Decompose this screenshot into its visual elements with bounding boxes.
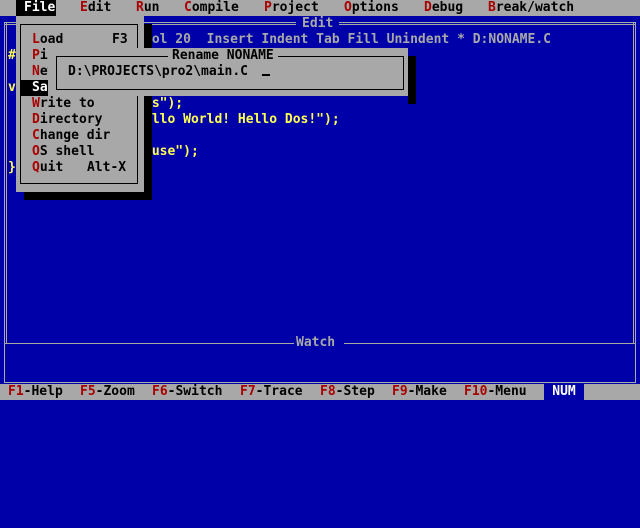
menu-run[interactable]: Run xyxy=(136,0,159,16)
watch-window-top-border xyxy=(4,343,294,344)
function-key-bar: F1-Help F5-Zoom F6-Switch F7-Trace F8-St… xyxy=(0,384,640,400)
menu-compile[interactable]: Compile xyxy=(184,0,239,16)
menu-project[interactable]: Project xyxy=(264,0,319,16)
file-menu-load[interactable]: Load F3 xyxy=(21,32,137,48)
menu-bar: File Edit Run Compile Project Options De… xyxy=(0,0,640,16)
key-trace[interactable]: F7-Trace xyxy=(240,384,303,400)
edit-window-title: Edit xyxy=(296,16,340,32)
dialog-shadow xyxy=(408,56,416,104)
file-menu-directory[interactable]: Directory xyxy=(21,112,137,128)
menu-debug[interactable]: Debug xyxy=(424,0,463,16)
code-line[interactable]: } xyxy=(8,160,16,176)
menu-options[interactable]: Options xyxy=(344,0,399,16)
key-switch[interactable]: F6-Switch xyxy=(152,384,222,400)
watch-window-top-border xyxy=(344,343,636,344)
watch-window-left-border xyxy=(4,343,5,383)
code-line[interactable]: # xyxy=(8,48,16,64)
watch-window-right-border xyxy=(635,343,636,383)
rename-filename-input[interactable] xyxy=(68,64,368,80)
watch-window-bottom-border xyxy=(4,382,636,383)
watch-window-title: Watch xyxy=(296,335,336,350)
file-menu-os-shell[interactable]: OS shell xyxy=(21,144,137,160)
key-make[interactable]: F9-Make xyxy=(392,384,447,400)
num-lock-indicator: NUM xyxy=(544,384,584,400)
key-help[interactable]: F1-Help xyxy=(8,384,63,400)
menu-break-watch[interactable]: Break/watch xyxy=(488,0,574,16)
edit-window-right-border xyxy=(633,22,636,344)
code-line[interactable]: ello World! Hello Dos!"); xyxy=(144,112,340,128)
text-cursor xyxy=(262,74,270,76)
rename-dialog: Rename NONAME xyxy=(48,48,408,96)
key-zoom[interactable]: F5-Zoom xyxy=(80,384,135,400)
menu-edit[interactable]: Edit xyxy=(80,0,111,16)
edit-window-left-border xyxy=(4,22,7,344)
code-line[interactable]: v xyxy=(8,80,16,96)
menu-file[interactable]: File xyxy=(16,0,56,16)
rename-dialog-title: Rename NONAME xyxy=(168,48,278,64)
menu-shadow xyxy=(24,192,152,200)
code-line[interactable]: ause"); xyxy=(144,144,199,160)
file-menu: LoadF3 Pic New Sav Write to Directory Ch… xyxy=(16,16,144,192)
key-step[interactable]: F8-Step xyxy=(320,384,375,400)
editor-status-line: Col 20 Insert Indent Tab Fill Unindent *… xyxy=(144,32,551,47)
file-menu-change-dir[interactable]: Change dir xyxy=(21,128,137,144)
file-menu-quit[interactable]: Quit Alt-X xyxy=(21,160,137,176)
key-menu[interactable]: F10-Menu xyxy=(464,384,527,400)
file-menu-write-to[interactable]: Write to xyxy=(21,96,137,112)
